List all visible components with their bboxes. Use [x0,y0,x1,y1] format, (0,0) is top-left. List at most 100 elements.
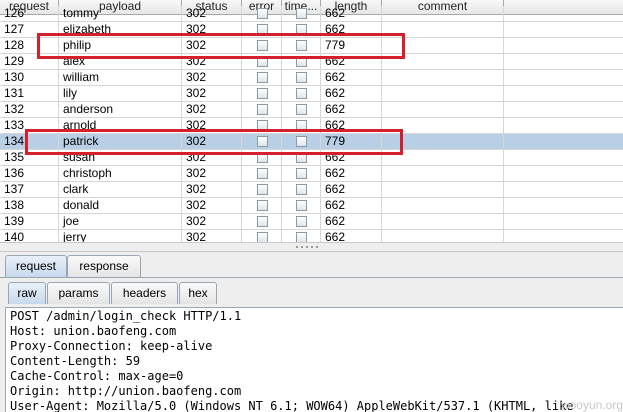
tab-params[interactable]: params [47,282,110,304]
timeout-checkbox[interactable] [296,56,307,67]
table-row[interactable]: 139 joe 302 662 [0,214,623,230]
table-row[interactable]: 138 donald 302 662 [0,198,623,214]
cell-comment [382,54,504,69]
table-row[interactable]: 128 philip 302 779 [0,38,623,54]
timeout-checkbox[interactable] [296,200,307,211]
cell-timeout [282,38,321,53]
error-checkbox[interactable] [257,40,268,51]
cell-timeout [282,22,321,37]
cell-timeout [282,230,321,242]
cell-status: 302 [182,70,242,85]
cell-request: 130 [0,70,59,85]
cell-request: 132 [0,102,59,117]
table-row[interactable]: 133 arnold 302 662 [0,118,623,134]
cell-length: 779 [321,38,382,53]
cell-payload: tommy [59,6,182,21]
cell-error [242,214,282,229]
cell-status: 302 [182,6,242,21]
error-checkbox[interactable] [257,152,268,163]
cell-comment [382,230,504,242]
cell-request: 126 [0,6,59,21]
tab-request[interactable]: request [5,255,67,277]
tab-hex[interactable]: hex [179,282,217,304]
splitter-grip-icon [311,246,313,248]
cell-comment [382,150,504,165]
error-checkbox[interactable] [257,184,268,195]
cell-payload: joe [59,214,182,229]
error-checkbox[interactable] [257,200,268,211]
timeout-checkbox[interactable] [296,24,307,35]
table-row[interactable]: 132 anderson 302 662 [0,102,623,118]
cell-timeout [282,86,321,101]
timeout-checkbox[interactable] [296,152,307,163]
cell-status: 302 [182,118,242,133]
error-checkbox[interactable] [257,56,268,67]
cell-comment [382,6,504,21]
table-row[interactable]: 137 clark 302 662 [0,182,623,198]
cell-timeout [282,166,321,181]
tab-divider [0,277,623,278]
cell-request: 133 [0,118,59,133]
cell-status: 302 [182,22,242,37]
cell-request: 139 [0,214,59,229]
cell-payload: jerry [59,230,182,242]
error-checkbox[interactable] [257,216,268,227]
cell-comment [382,70,504,85]
cell-payload: elizabeth [59,22,182,37]
pane-splitter[interactable] [0,242,623,252]
timeout-checkbox[interactable] [296,40,307,51]
cell-payload: alex [59,54,182,69]
timeout-checkbox[interactable] [296,232,307,242]
raw-request-editor[interactable]: POST /admin/login_check HTTP/1.1 Host: u… [5,307,623,412]
cell-status: 302 [182,134,242,149]
timeout-checkbox[interactable] [296,120,307,131]
tab-raw[interactable]: raw [8,282,46,304]
timeout-checkbox[interactable] [296,184,307,195]
cell-request: 129 [0,54,59,69]
cell-error [242,118,282,133]
cell-timeout [282,6,321,21]
timeout-checkbox[interactable] [296,216,307,227]
cell-error [242,150,282,165]
table-row[interactable]: 136 christoph 302 662 [0,166,623,182]
error-checkbox[interactable] [257,8,268,19]
timeout-checkbox[interactable] [296,8,307,19]
cell-status: 302 [182,214,242,229]
tab-response[interactable]: response [67,255,141,277]
error-checkbox[interactable] [257,88,268,99]
error-checkbox[interactable] [257,232,268,242]
cell-error [242,22,282,37]
table-row[interactable]: 135 susan 302 662 [0,150,623,166]
timeout-checkbox[interactable] [296,136,307,147]
request-header-line: Origin: http://union.baofeng.com [10,384,242,398]
cell-timeout [282,102,321,117]
table-row[interactable]: 131 lily 302 662 [0,86,623,102]
timeout-checkbox[interactable] [296,88,307,99]
cell-error [242,6,282,21]
table-row[interactable]: 126 tommy 302 662 [0,6,623,22]
tab-headers[interactable]: headers [111,282,178,304]
results-table: request payload status error time... len… [0,0,623,242]
cell-length: 662 [321,166,382,181]
cell-payload: christoph [59,166,182,181]
error-checkbox[interactable] [257,136,268,147]
error-checkbox[interactable] [257,24,268,35]
cell-error [242,102,282,117]
timeout-checkbox[interactable] [296,168,307,179]
table-row[interactable]: 134 patrick 302 779 [0,134,623,150]
error-checkbox[interactable] [257,168,268,179]
splitter-grip-icon [316,246,318,248]
table-row[interactable]: 127 elizabeth 302 662 [0,22,623,38]
error-checkbox[interactable] [257,104,268,115]
table-row[interactable]: 129 alex 302 662 [0,54,623,70]
table-row[interactable]: 130 william 302 662 [0,70,623,86]
cell-payload: william [59,70,182,85]
cell-comment [382,166,504,181]
timeout-checkbox[interactable] [296,104,307,115]
cell-error [242,134,282,149]
table-row[interactable]: 140 jerry 302 662 [0,230,623,242]
error-checkbox[interactable] [257,72,268,83]
timeout-checkbox[interactable] [296,72,307,83]
cell-length: 662 [321,150,382,165]
error-checkbox[interactable] [257,120,268,131]
